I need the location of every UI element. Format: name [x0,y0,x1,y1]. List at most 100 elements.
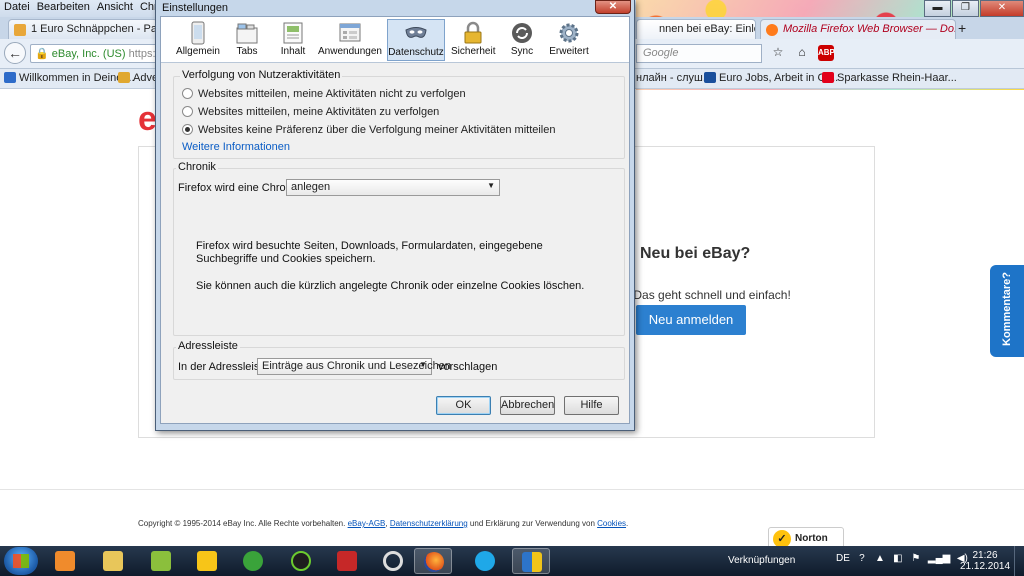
addressbar-legend: Adressleiste [176,340,240,352]
start-button[interactable] [4,547,38,575]
separator-text: , [385,519,388,528]
more-info-link[interactable]: Weitere Informationen [182,141,290,153]
cookies-link[interactable]: Cookies [597,519,626,528]
taskbar-app[interactable] [234,548,272,574]
bookmark-icon [4,72,16,83]
privacy-link[interactable]: Datenschutzerklärung [390,519,468,528]
radio-icon [291,551,311,571]
bookmark-item[interactable]: Euro Jobs, Arbeit in Gr... [704,72,838,84]
taskbar-app-active[interactable] [512,548,550,574]
footer-divider [0,489,1024,490]
taskbar-app[interactable] [94,548,132,574]
taskbar-app[interactable] [46,548,84,574]
feedback-tab[interactable]: Kommentare? [990,265,1024,357]
tab-security[interactable]: Sicherheit [451,19,495,61]
system-tray: DE ? ▲ ◧ ⚑ ▂▄▆ ◀) [836,553,968,564]
taskbar-app[interactable] [374,548,412,574]
taskbar-app[interactable] [188,548,226,574]
history-description: Firefox wird besuchte Seiten, Downloads,… [196,240,543,265]
maximize-button[interactable]: ❐ [952,0,979,17]
dialog-title: Einstellungen [162,2,229,14]
quick-links-label[interactable]: Verknüpfungen [728,555,795,566]
toolbar-label: Sync [510,46,534,57]
show-desktop-button[interactable] [1014,546,1024,576]
dialog-body: Allgemein Tabs Inhalt Anwendungen Datens… [160,16,630,424]
flag-icon[interactable]: ⚑ [910,553,922,564]
bookmark-icon [118,72,130,83]
addressbar-group: Adressleiste In der Adressleiste Einträg… [173,340,625,380]
toolbar-label: Datenschutz [388,47,444,58]
home-icon[interactable]: ⌂ [794,45,810,61]
firefox-icon [424,552,444,572]
help-icon[interactable]: ? [856,553,868,564]
bookmark-item[interactable]: Adve [118,72,158,84]
radio-label: Websites mitteilen, meine Aktivitäten zu… [198,106,440,118]
url-bar[interactable]: 🔒 eBay, Inc. (US) https: [30,44,170,63]
radio-button-selected[interactable] [182,124,193,135]
tab-schnaeppchen[interactable]: 1 Euro Schnäppchen - Paket - G [8,19,158,39]
tab-sync[interactable]: Sync [505,19,539,61]
site-identity[interactable]: eBay, Inc. (US) [52,48,126,60]
close-window-button[interactable]: ✕ [980,0,1024,17]
tracking-option-track[interactable]: Websites mitteilen, meine Aktivitäten zu… [182,106,439,118]
bookmark-item[interactable]: Sparkasse Rhein-Haar... [822,72,957,84]
windows-security-icon [522,552,542,572]
help-button[interactable]: Hilfe [564,396,619,415]
minimize-button[interactable]: ▬ [924,0,951,17]
taskbar-app[interactable] [466,548,504,574]
radio-button[interactable] [182,106,193,117]
taskbar: Verknüpfungen DE ? ▲ ◧ ⚑ ▂▄▆ ◀) 21:26 21… [0,546,1024,576]
search-input[interactable]: Google [636,44,762,63]
search-icon [383,551,403,571]
tab-tabs[interactable]: Tabs [225,19,269,61]
preferences-toolbar: Allgemein Tabs Inhalt Anwendungen Datens… [161,17,629,63]
tray-app-icon[interactable]: ◧ [892,553,904,564]
tab-label: 1 Euro Schnäppchen - Paket - G [31,23,157,35]
taskbar-app[interactable] [282,548,320,574]
radio-label: Websites keine Präferenz über die Verfol… [198,124,556,136]
dropdown-arrow-icon: ▼ [487,181,495,190]
taskbar-app[interactable] [142,548,180,574]
tab-mozilla[interactable]: Mozilla Firefox Web Browser — Do... [760,19,956,39]
tab-general[interactable]: Allgemein [175,19,221,61]
utorrent-icon [243,551,263,571]
language-indicator[interactable]: DE [836,553,850,564]
tab-ebay-login[interactable]: nnen bei eBay: Einloggen [636,19,756,39]
tab-advanced[interactable]: Erweitert [545,19,593,61]
star-icon[interactable]: ☆ [770,45,786,61]
agb-link[interactable]: eBay-AGB [348,519,386,528]
menu-file[interactable]: Datei [0,0,33,17]
menu-view[interactable]: Ansicht [93,0,136,17]
new-customer-heading: Neu bei eBay? [640,245,751,262]
clock[interactable]: 21:26 21.12.2014 [960,550,1010,572]
feedback-label: Kommentare? [1001,272,1013,346]
taskbar-app[interactable] [328,548,366,574]
footer-text: und Erklärung zur Verwendung von [469,519,595,528]
history-legend: Chronik [176,161,218,173]
bookmark-item[interactable]: нлайн - слуш... [636,72,712,84]
lock-icon: 🔒 [35,48,49,60]
register-button[interactable]: Neu anmelden [636,305,746,335]
tab-content[interactable]: Inhalt [273,19,313,61]
tracking-option-no-preference[interactable]: Websites keine Präferenz über die Verfol… [182,124,556,136]
page-footer: Copyright © 1995-2014 eBay Inc. Alle Rec… [138,519,628,528]
adblock-icon[interactable]: ABP [818,45,835,61]
bookmark-label: нлайн - слуш... [636,72,713,84]
addressbar-suggest-select[interactable]: Einträge aus Chronik und Lesezeichen ▼ [257,358,451,375]
network-icon[interactable]: ▂▄▆ [928,553,950,564]
radio-button[interactable] [182,88,193,99]
tab-privacy[interactable]: Datenschutz [387,19,445,61]
menu-edit[interactable]: Bearbeiten [33,0,93,17]
installer-icon [151,551,171,571]
tracking-option-no-track[interactable]: Websites mitteilen, meine Aktivitäten ni… [182,88,466,100]
cancel-button[interactable]: Abbrechen [500,396,555,415]
bookmark-item[interactable]: Willkommen in Deiner... [4,72,135,84]
dialog-close-button[interactable]: ✕ [595,0,631,14]
back-button[interactable]: ← [4,42,26,64]
arrow-up-icon[interactable]: ▲ [874,553,886,564]
ok-button[interactable]: OK [436,396,491,415]
new-tab-button[interactable]: + [958,20,966,36]
tab-applications[interactable]: Anwendungen [317,19,383,61]
history-mode-select[interactable]: anlegen ▼ [286,179,500,196]
taskbar-app-active[interactable] [414,548,452,574]
